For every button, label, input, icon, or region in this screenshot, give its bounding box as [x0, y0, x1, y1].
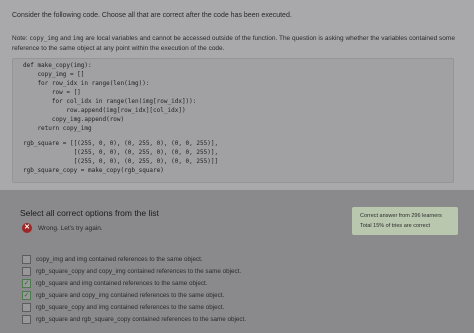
checkbox[interactable] — [22, 254, 31, 264]
question-note: Note: copy_img and img are local variabl… — [12, 34, 462, 53]
stats-box: Correct answer from 296 learners Total 1… — [352, 207, 458, 235]
code-line: row.append(img[row_idx][col_idx]) — [23, 107, 186, 114]
checkbox[interactable] — [22, 314, 31, 324]
code-line: [(255, 0, 0), (0, 255, 0), (0, 0, 255)], — [23, 149, 219, 156]
option-label: copy_img and img contained references to… — [36, 255, 203, 263]
code-line: rgb_square = [[(255, 0, 0), (0, 255, 0),… — [23, 140, 219, 147]
question-prompt: Consider the following code. Choose all … — [12, 12, 292, 19]
option-label: rgb_square_copy and copy_img contained r… — [36, 267, 242, 275]
code-line: [(255, 0, 0), (0, 255, 0), (0, 0, 255)]] — [23, 158, 219, 165]
code-line: return copy_img — [23, 125, 92, 132]
question-panel: Consider the following code. Choose all … — [0, 0, 474, 190]
option-label: rgb_square_copy and img contained refere… — [36, 303, 225, 311]
option-5[interactable]: rgb_square_copy and img contained refere… — [22, 302, 224, 312]
checkbox[interactable] — [22, 266, 31, 276]
stats-total-correct: Total 15% of tries are correct — [360, 223, 431, 229]
checkbox[interactable] — [22, 302, 31, 312]
answer-status: ✕ Wrong. Let's try again. — [22, 223, 103, 233]
option-2[interactable]: rgb_square_copy and copy_img contained r… — [22, 266, 241, 276]
code-line: for row_idx in range(len(img)): — [23, 80, 150, 87]
code-block: def make_copy(img): copy_img = [] for ro… — [12, 58, 454, 183]
note-and: and — [60, 35, 71, 42]
option-label: rgb_square and rgb_square_copy contained… — [36, 315, 247, 323]
code-line: copy_img = [] — [23, 71, 85, 78]
status-text: Wrong. Let's try again. — [38, 224, 103, 232]
code-line: def make_copy(img): — [23, 62, 92, 69]
code-line: rgb_square_copy = make_copy(rgb_square) — [23, 167, 164, 174]
option-1[interactable]: copy_img and img contained references to… — [22, 254, 203, 264]
option-6[interactable]: rgb_square and rgb_square_copy contained… — [22, 314, 246, 324]
note-var-copy-img: copy_img — [29, 35, 59, 42]
checkbox-checked[interactable]: ✓ — [22, 278, 31, 288]
note-prefix: Note: — [12, 35, 28, 42]
checkbox-checked[interactable]: ✓ — [22, 290, 31, 300]
x-circle-icon: ✕ — [22, 223, 32, 233]
option-4[interactable]: ✓ rgb_square and copy_img contained refe… — [22, 290, 224, 300]
stats-correct-learners: Correct answer from 296 learners — [360, 213, 442, 219]
note-var-img: img — [72, 35, 84, 42]
code-line: copy_img.append(row) — [23, 116, 125, 123]
code-line: row = [] — [23, 89, 81, 96]
option-label: rgb_square and img contained references … — [36, 279, 208, 287]
answer-title: Select all correct options from the list — [20, 208, 159, 218]
option-3[interactable]: ✓ rgb_square and img contained reference… — [22, 278, 208, 288]
option-label: rgb_square and copy_img contained refere… — [36, 291, 225, 299]
code-line: for col_idx in range(len(img[row_idx])): — [23, 98, 197, 105]
